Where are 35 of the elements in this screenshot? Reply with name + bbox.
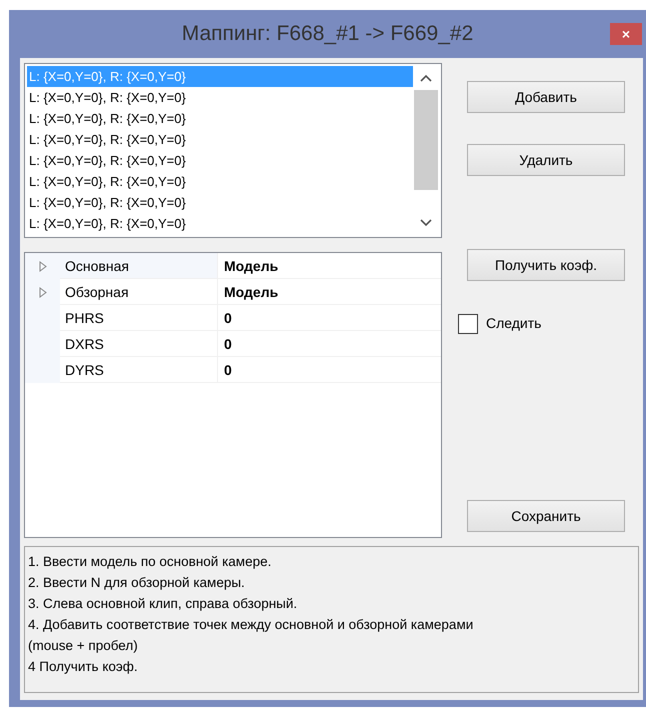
property-value[interactable]: Модель xyxy=(218,253,441,279)
window-title: Маппинг: F668_#1 -> F669_#2 xyxy=(182,21,474,48)
close-button[interactable]: × xyxy=(610,23,642,45)
scroll-down-icon[interactable] xyxy=(420,219,432,227)
property-name: PHRS xyxy=(60,305,218,331)
property-value[interactable]: Модель xyxy=(218,279,441,305)
instruction-line: (mouse + пробел) xyxy=(28,637,139,655)
list-item[interactable]: L: {X=0,Y=0}, R: {X=0,Y=0} xyxy=(27,171,413,192)
list-item[interactable]: L: {X=0,Y=0}, R: {X=0,Y=0} xyxy=(27,87,413,108)
list-item[interactable]: L: {X=0,Y=0}, R: {X=0,Y=0} xyxy=(27,213,413,234)
property-value[interactable]: 0 xyxy=(218,331,441,357)
button[interactable]: Получить коэф. xyxy=(467,249,625,281)
button[interactable]: Добавить xyxy=(467,81,625,113)
property-value[interactable]: 0 xyxy=(218,357,441,383)
property-name: DXRS xyxy=(60,331,218,357)
follow-checkbox[interactable]: Следить xyxy=(458,313,625,334)
instruction-line: 4 Получить коэф. xyxy=(28,658,139,676)
instruction-line: 4. Добавить соответствие точек между основной и обзорной камерами xyxy=(28,616,474,634)
list-item[interactable]: L: {X=0,Y=0}, R: {X=0,Y=0} xyxy=(27,108,413,129)
property-name: DYRS xyxy=(60,357,218,383)
checkbox[interactable] xyxy=(458,314,478,334)
instruction-line: 2. Ввести N для обзорной камеры. xyxy=(28,574,246,592)
property-name: Основная xyxy=(60,253,218,279)
list-item[interactable]: L: {X=0,Y=0}, R: {X=0,Y=0} xyxy=(27,150,413,171)
list-item[interactable]: L: {X=0,Y=0}, R: {X=0,Y=0} xyxy=(27,192,413,213)
property-value[interactable]: 0 xyxy=(218,305,441,331)
instruction-line: 1. Ввести модель по основной камере. xyxy=(28,553,272,571)
button[interactable]: Сохранить xyxy=(467,500,625,532)
property-name: Обзорная xyxy=(60,279,218,305)
button[interactable]: Удалить xyxy=(467,144,625,176)
list-item[interactable]: L: {X=0,Y=0}, R: {X=0,Y=0} xyxy=(27,129,413,150)
expand-arrow-icon[interactable] xyxy=(38,260,46,272)
scroll-up-icon[interactable] xyxy=(420,74,432,82)
expand-arrow-icon[interactable] xyxy=(38,286,46,298)
instruction-line: 3. Слева основной клип, справа обзорный. xyxy=(28,595,298,613)
